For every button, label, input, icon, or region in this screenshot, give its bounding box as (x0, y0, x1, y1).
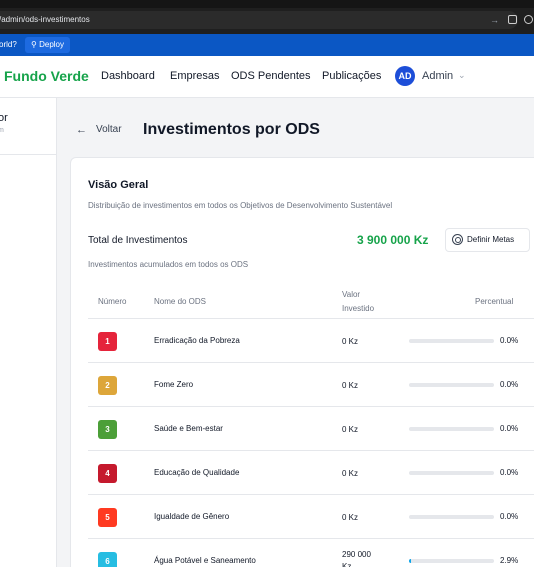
back-button[interactable]: Voltar (96, 124, 122, 135)
ods-value-line2: Kz (342, 562, 352, 567)
ods-number-badge: 3 (98, 420, 117, 439)
nav-dashboard[interactable]: Dashboard (101, 70, 155, 82)
ods-number-badge: 2 (98, 376, 117, 395)
header-percent: Percentual (475, 297, 514, 306)
overview-description: Distribuição de investimentos em todos o… (88, 201, 393, 210)
header-name: Nome do ODS (154, 297, 207, 306)
total-investments-value: 3 900 000 Kz (357, 233, 429, 247)
progress-bar (409, 515, 494, 519)
ods-name: Igualdade de Gênero (154, 512, 230, 521)
browser-toolbar: /admin/ods-investimentos → (0, 0, 534, 34)
back-arrow-icon[interactable]: ← (76, 124, 87, 136)
ods-percent: 0.0% (500, 512, 519, 521)
address-bar[interactable]: /admin/ods-investimentos → (0, 11, 518, 29)
ods-value: 0 Kz (342, 425, 359, 434)
ods-name: Educação de Qualidade (154, 468, 240, 477)
deploy-icon: ⚲ (31, 40, 37, 49)
bookmark-deploy-label: Deploy (39, 40, 64, 49)
ods-value: 290 000 Kz (342, 549, 392, 567)
table-row[interactable]: 1 Erradicação da Pobreza 0 Kz 0.0% (88, 319, 534, 363)
page-title: Investimentos por ODS (143, 121, 320, 138)
address-url: /admin/ods-investimentos (0, 15, 90, 24)
total-investments-subtitle: Investimentos acumulados em todos os ODS (88, 260, 249, 269)
ods-name: Água Potável e Saneamento (154, 556, 256, 565)
table-row[interactable]: 4 Educação de Qualidade 0 Kz 0.0% (88, 451, 534, 495)
ods-name: Saúde e Bem-estar (154, 424, 223, 433)
ods-name: Fome Zero (154, 380, 194, 389)
ods-percent: 0.0% (500, 468, 519, 477)
ods-name: Erradicação da Pobreza (154, 336, 240, 345)
ods-value: 0 Kz (342, 513, 359, 522)
screen-cast-icon[interactable] (508, 15, 517, 24)
ods-value: 0 Kz (342, 469, 359, 478)
ods-number-badge: 5 (98, 508, 117, 527)
sidebar: or m (0, 98, 57, 567)
table-row[interactable]: 6 Água Potável e Saneamento 290 000 Kz 2.9% (88, 539, 534, 567)
ods-value: 0 Kz (342, 337, 359, 346)
set-goals-label: Definir Metas (467, 235, 515, 244)
total-investments-label: Total de Investimentos (88, 235, 188, 246)
target-icon (452, 234, 463, 245)
nav-ods-pendentes[interactable]: ODS Pendentes (231, 70, 311, 82)
overview-title: Visão Geral (88, 179, 149, 191)
user-menu-label[interactable]: Admin (422, 70, 453, 82)
sidebar-header: or m (0, 98, 57, 155)
brand-logo[interactable]: Fundo Verde (4, 68, 89, 84)
header-value-line2: Investido (342, 304, 375, 313)
bookmark-world[interactable]: orld? (0, 40, 17, 49)
chevron-down-icon[interactable]: ⌄ (458, 70, 466, 81)
top-navigation: Fundo Verde Dashboard Empresas ODS Pende… (0, 56, 534, 98)
set-goals-button[interactable]: Definir Metas (445, 228, 530, 252)
bookmarks-bar: orld? ⚲ Deploy (0, 34, 534, 56)
progress-bar (409, 383, 494, 387)
ods-value-line1: 290 000 (342, 550, 371, 559)
ods-percent: 0.0% (500, 424, 519, 433)
progress-bar (409, 559, 494, 563)
extensions-icon[interactable] (524, 15, 533, 24)
tab-strip (0, 0, 534, 8)
table-row[interactable]: 3 Saúde e Bem-estar 0 Kz 0.0% (88, 407, 534, 451)
ods-number-badge: 1 (98, 332, 117, 351)
bookmark-deploy[interactable]: ⚲ Deploy (25, 37, 70, 53)
sidebar-title: or (0, 112, 8, 124)
progress-bar (409, 427, 494, 431)
overview-card: Visão Geral Distribuição de investimento… (70, 157, 534, 567)
ods-percent: 0.0% (500, 336, 519, 345)
progress-bar (409, 339, 494, 343)
nav-empresas[interactable]: Empresas (170, 70, 220, 82)
header-value-line1: Valor (342, 290, 361, 299)
ods-percent: 2.9% (500, 556, 519, 565)
progress-bar-fill (409, 559, 412, 563)
sidebar-subtitle: m (0, 127, 4, 134)
go-arrow-icon[interactable]: → (490, 11, 499, 29)
header-number: Número (98, 297, 127, 306)
table-row[interactable]: 2 Fome Zero 0 Kz 0.0% (88, 363, 534, 407)
ods-value: 0 Kz (342, 381, 359, 390)
ods-number-badge: 6 (98, 552, 117, 567)
ods-percent: 0.0% (500, 380, 519, 389)
nav-publicacoes[interactable]: Publicações (322, 70, 381, 82)
ods-number-badge: 4 (98, 464, 117, 483)
avatar[interactable]: AD (395, 66, 415, 86)
progress-bar (409, 471, 494, 475)
table-row[interactable]: 5 Igualdade de Gênero 0 Kz 0.0% (88, 495, 534, 539)
